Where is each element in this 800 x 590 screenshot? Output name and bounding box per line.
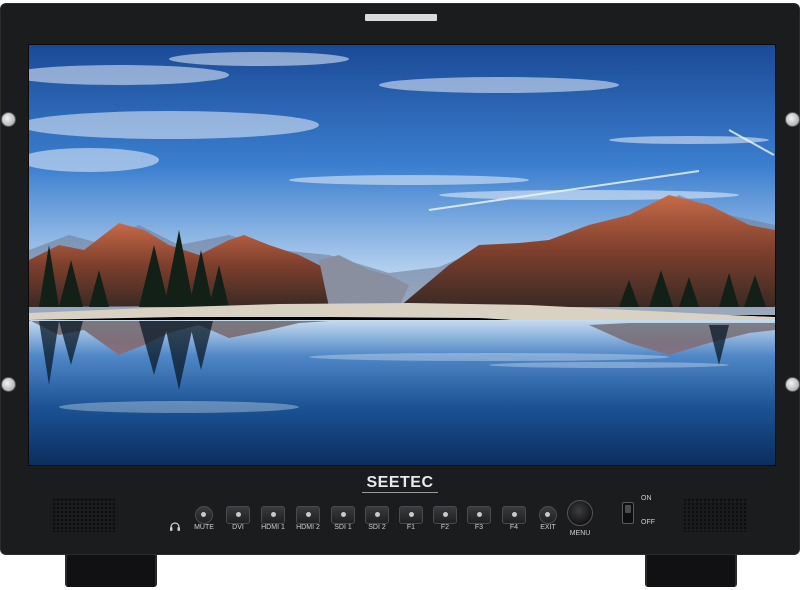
rack-mount-hole bbox=[785, 377, 800, 392]
left-speaker-grille bbox=[52, 498, 116, 532]
exit-button[interactable] bbox=[539, 506, 557, 524]
rack-mount-hole bbox=[1, 377, 16, 392]
menu-label: MENU bbox=[569, 530, 591, 537]
f3-label: F3 bbox=[474, 524, 484, 531]
headphone-icon bbox=[169, 520, 181, 532]
f4-button[interactable] bbox=[502, 506, 526, 524]
mute-button[interactable] bbox=[195, 506, 213, 524]
power-on-label: ON bbox=[641, 495, 652, 502]
dvi-label: DVI bbox=[232, 524, 244, 531]
top-handle-slot bbox=[365, 14, 437, 21]
hdmi1-button[interactable] bbox=[261, 506, 285, 524]
f2-button[interactable] bbox=[433, 506, 457, 524]
brand-underline bbox=[362, 492, 438, 493]
dvi-button[interactable] bbox=[226, 506, 250, 524]
sdi1-button[interactable] bbox=[331, 506, 355, 524]
hdmi2-label: HDMI 2 bbox=[296, 524, 320, 531]
rack-mount-hole bbox=[785, 112, 800, 127]
landscape-image bbox=[29, 45, 775, 465]
f1-button[interactable] bbox=[399, 506, 423, 524]
right-stand-foot bbox=[645, 555, 737, 587]
right-speaker-grille bbox=[683, 498, 747, 532]
menu-knob[interactable] bbox=[567, 500, 593, 526]
hdmi1-label: HDMI 1 bbox=[261, 524, 285, 531]
sdi2-button[interactable] bbox=[365, 506, 389, 524]
power-off-label: OFF bbox=[641, 519, 655, 526]
f3-button[interactable] bbox=[467, 506, 491, 524]
rack-mount-hole bbox=[1, 112, 16, 127]
hdmi2-button[interactable] bbox=[296, 506, 320, 524]
display-screen bbox=[28, 44, 776, 466]
monitor-bezel bbox=[0, 3, 800, 555]
brand-logo: SEETEC bbox=[366, 474, 434, 491]
left-stand-foot bbox=[65, 555, 157, 587]
power-toggle-switch[interactable] bbox=[622, 502, 634, 524]
